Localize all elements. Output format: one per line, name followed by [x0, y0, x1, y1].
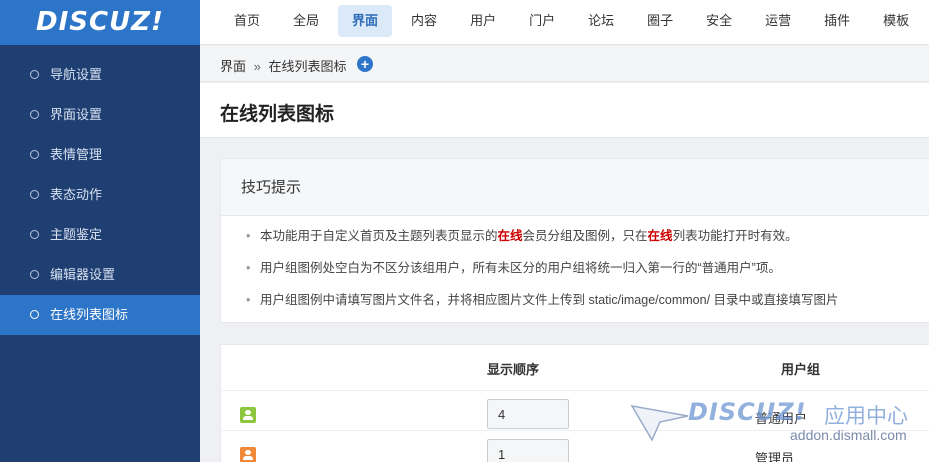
circle-icon — [30, 190, 39, 199]
logo[interactable]: DISCUZ! — [0, 0, 200, 45]
circle-icon — [30, 230, 39, 239]
circle-icon — [30, 110, 39, 119]
tip-item: • 用户组图例处空白为不区分该组用户，所有未区分的用户组将统一归入第一行的“普通… — [246, 252, 929, 284]
display-order-input[interactable] — [487, 399, 569, 429]
breadcrumb-separator: » — [253, 59, 261, 74]
page-title: 在线列表图标 — [220, 104, 335, 125]
tip-text: 本功能用于自定义首页及主题列表页显示的 — [260, 229, 498, 243]
circle-icon — [30, 310, 39, 319]
nav-tab[interactable]: 运营 — [751, 5, 805, 37]
bullet-icon: • — [246, 293, 251, 307]
nav-tab[interactable]: 安全 — [692, 5, 746, 37]
user-group-icon — [240, 407, 256, 423]
circle-icon — [30, 270, 39, 279]
top-bar: DISCUZ! 首页 全局 界面 内容 用户 门户 论坛 圈子 安全 运营 插件 模板 — [0, 0, 929, 45]
add-shortcut-button[interactable]: + — [357, 56, 373, 72]
sidebar-item-label: 在线列表图标 — [50, 307, 129, 322]
sidebar: 导航设置界面设置表情管理表态动作主题鉴定编辑器设置在线列表图标 — [0, 45, 200, 462]
nav-tab[interactable]: 论坛 — [574, 5, 628, 37]
circle-icon — [30, 70, 39, 79]
nav-tab[interactable]: 界面 — [338, 5, 393, 37]
circle-icon — [30, 150, 39, 159]
breadcrumb-current: 在线列表图标 — [268, 59, 347, 74]
sidebar-item[interactable]: 主题鉴定 — [0, 215, 200, 255]
tip-text: 用户组图例处空白为不区分该组用户，所有未区分的用户组将统一归入第一行的“普通用户… — [260, 261, 781, 275]
sidebar-item-label: 导航设置 — [50, 67, 103, 82]
tips-heading: 技巧提示 — [221, 159, 929, 216]
breadcrumb-bar: 界面 » 在线列表图标 + — [200, 46, 929, 82]
sidebar-item-label: 表情管理 — [50, 147, 103, 162]
sidebar-item[interactable]: 编辑器设置 — [0, 255, 200, 295]
sidebar-item[interactable]: 界面设置 — [0, 95, 200, 135]
breadcrumb-parent[interactable]: 界面 — [220, 59, 246, 74]
sidebar-item[interactable]: 表情管理 — [0, 135, 200, 175]
breadcrumb: 界面 » 在线列表图标 — [220, 56, 347, 75]
column-header-group: 用户组 — [781, 362, 821, 377]
sidebar-item-label: 主题鉴定 — [50, 227, 103, 242]
top-nav: 首页 全局 界面 内容 用户 门户 论坛 圈子 安全 运营 插件 模板 — [220, 5, 928, 37]
table-header: 显示顺序 用户组 — [221, 345, 929, 391]
nav-tab[interactable]: 模板 — [869, 5, 923, 37]
bullet-icon: • — [246, 261, 251, 275]
nav-tab[interactable]: 圈子 — [633, 5, 687, 37]
tip-text: 列表功能打开时有效。 — [672, 229, 798, 243]
nav-tab[interactable]: 插件 — [810, 5, 864, 37]
nav-tab[interactable]: 内容 — [397, 5, 451, 37]
sidebar-item-label: 表态动作 — [50, 187, 103, 202]
tip-item: • 用户组图例中请填写图片文件名，并将相应图片文件上传到 static/imag… — [246, 284, 929, 316]
nav-tab[interactable]: 用户 — [456, 5, 510, 37]
tip-text: 会员分组及图例，只在 — [522, 229, 648, 243]
tip-item: • 本功能用于自定义首页及主题列表页显示的在线会员分组及图例，只在在线列表功能打… — [246, 220, 929, 252]
bullet-icon: • — [246, 229, 251, 243]
tip-highlight: 在线 — [497, 229, 523, 243]
nav-tab[interactable]: 首页 — [220, 5, 274, 37]
tip-highlight: 在线 — [647, 229, 673, 243]
user-group-name: 普通用户 — [755, 411, 808, 426]
user-group-name: 管理员 — [755, 451, 795, 462]
table-row: 管理员 — [221, 431, 929, 462]
column-header-order: 显示顺序 — [487, 362, 540, 377]
online-icons-table: 显示顺序 用户组 普通用户 管理员 — [220, 344, 929, 462]
tips-panel: 技巧提示 • 本功能用于自定义首页及主题列表页显示的在线会员分组及图例，只在在线… — [220, 158, 929, 323]
display-order-input[interactable] — [487, 439, 569, 462]
page-header: 在线列表图标 — [200, 83, 929, 138]
logo-text: DISCUZ! — [36, 7, 164, 37]
nav-tab[interactable]: 门户 — [515, 5, 569, 37]
main-content: 界面 » 在线列表图标 + 在线列表图标 技巧提示 • 本功能用于自定义首页及主… — [200, 46, 929, 462]
nav-tab[interactable]: 全局 — [279, 5, 333, 37]
sidebar-item-label: 界面设置 — [50, 107, 103, 122]
sidebar-item[interactable]: 导航设置 — [0, 55, 200, 95]
tips-list: • 本功能用于自定义首页及主题列表页显示的在线会员分组及图例，只在在线列表功能打… — [221, 220, 929, 316]
sidebar-item-label: 编辑器设置 — [50, 267, 116, 282]
sidebar-item[interactable]: 表态动作 — [0, 175, 200, 215]
tip-text: 用户组图例中请填写图片文件名，并将相应图片文件上传到 static/image/… — [260, 293, 839, 307]
plus-icon: + — [360, 56, 370, 72]
sidebar-item[interactable]: 在线列表图标 — [0, 295, 200, 335]
user-group-icon — [240, 447, 256, 462]
table-row: 普通用户 — [221, 391, 929, 431]
